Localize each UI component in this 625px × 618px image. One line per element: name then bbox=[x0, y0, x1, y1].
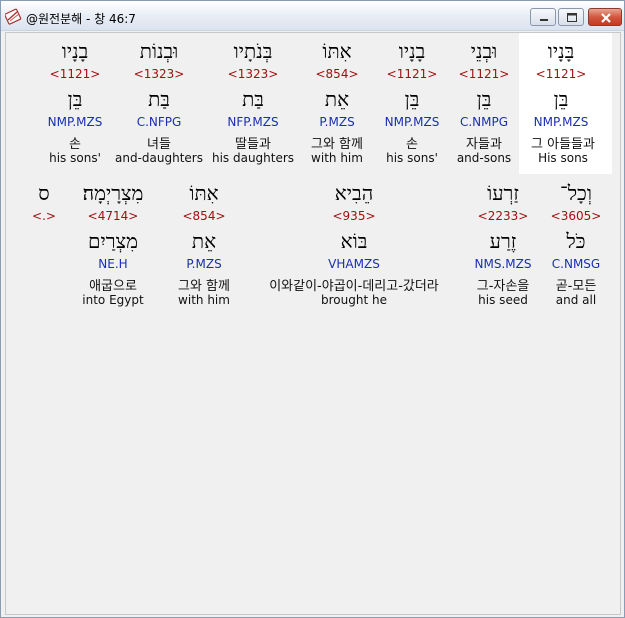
korean-gloss: 그와 함께 bbox=[178, 279, 230, 294]
close-icon bbox=[601, 13, 611, 23]
korean-gloss: 그 아들들과 bbox=[531, 137, 595, 152]
strong-number[interactable]: <4714> bbox=[88, 209, 139, 223]
strong-number[interactable]: <1121> bbox=[387, 67, 438, 81]
lemma-word: אֵת bbox=[191, 229, 217, 253]
hebrew-word[interactable]: הֵבִיא bbox=[335, 181, 373, 206]
minimize-icon bbox=[540, 19, 548, 21]
english-gloss: and all bbox=[555, 293, 597, 307]
morph-code: P.MZS bbox=[319, 115, 355, 129]
hebrew-word[interactable]: בָּנָיו bbox=[548, 39, 575, 64]
hebrew-word[interactable]: בָנָיו bbox=[399, 39, 426, 64]
hebrew-word[interactable]: ס bbox=[38, 181, 49, 206]
strong-number[interactable]: <1121> bbox=[459, 67, 510, 81]
lemma-word: בֵּן bbox=[67, 87, 83, 111]
korean-gloss: 딸들과 bbox=[235, 137, 271, 152]
morph-code: C.NMSG bbox=[551, 257, 601, 271]
korean-gloss: 이와같이-야곱이-데리고-갔더라 bbox=[269, 279, 439, 294]
close-button[interactable] bbox=[588, 8, 622, 26]
english-gloss: his seed bbox=[478, 293, 528, 307]
english-gloss: his sons' bbox=[386, 151, 438, 165]
morph-code: NE.H bbox=[98, 257, 128, 271]
hebrew-word[interactable]: מִצְרָיְמָה׃ bbox=[83, 181, 144, 206]
strong-number[interactable]: <3605> bbox=[551, 209, 602, 223]
strong-number[interactable]: <854> bbox=[315, 67, 358, 81]
morph-code: NFP.MZS bbox=[227, 115, 279, 129]
strong-number[interactable]: <1323> bbox=[228, 67, 279, 81]
korean-gloss: 애굽으로 bbox=[89, 279, 137, 294]
english-gloss: brought he bbox=[321, 293, 387, 307]
korean-gloss: 그-자손을 bbox=[476, 279, 530, 294]
strong-number[interactable]: <935> bbox=[332, 209, 375, 223]
korean-gloss: 자들과 bbox=[466, 137, 502, 152]
hebrew-word[interactable]: בְּנֹתָיו bbox=[234, 39, 273, 64]
verse-panel: בָּנָיו <1121> בֵּן NMP.MZS 그 아들들과 His s… bbox=[5, 32, 621, 615]
app-window: @원전분해 - 창 46:7 בָּנָיו <1121> בֵּן NMP.M… bbox=[0, 0, 625, 618]
hebrew-word[interactable]: וּבְנֵי bbox=[471, 39, 498, 64]
english-gloss: and-daughters bbox=[115, 151, 203, 165]
strong-number[interactable]: <1121> bbox=[50, 67, 101, 81]
hebrew-word[interactable]: זַרְעוֹ bbox=[487, 181, 519, 206]
korean-gloss: 손 bbox=[406, 137, 418, 152]
lemma-word: בֵּן bbox=[553, 87, 569, 111]
english-gloss: his sons' bbox=[49, 151, 101, 165]
english-gloss: his daughters bbox=[211, 151, 295, 165]
korean-gloss: 손 bbox=[69, 137, 81, 152]
hebrew-word[interactable]: אִתּוֹ bbox=[189, 181, 218, 206]
lemma-word: בַּת bbox=[148, 87, 170, 111]
lemma-word: בַּת bbox=[242, 87, 264, 111]
bible-app-icon bbox=[5, 8, 22, 25]
lemma-word: כֹּל bbox=[566, 229, 586, 253]
strong-number[interactable]: <2233> bbox=[478, 209, 529, 223]
maximize-icon bbox=[567, 13, 577, 22]
korean-gloss: 그와 함께 bbox=[311, 137, 363, 152]
window-title: @원전분해 - 창 46:7 bbox=[26, 12, 136, 26]
morph-code: P.MZS bbox=[186, 257, 222, 271]
lemma-word: זֶרַע bbox=[489, 229, 517, 253]
strong-number[interactable]: <1121> bbox=[536, 67, 587, 81]
title-bar[interactable]: @원전분해 - 창 46:7 bbox=[1, 1, 624, 31]
strong-number[interactable]: <854> bbox=[182, 209, 225, 223]
hebrew-word[interactable]: אִתּוֹ bbox=[322, 39, 351, 64]
lemma-word: בּוֹא bbox=[340, 229, 368, 253]
lemma-word: בֵּן bbox=[404, 87, 420, 111]
korean-gloss: 곧-모든 bbox=[555, 279, 597, 294]
lemma-word: אֵת bbox=[324, 87, 350, 111]
hebrew-word[interactable]: בָנָיו bbox=[62, 39, 89, 64]
english-gloss: with him bbox=[311, 151, 363, 165]
english-gloss: into Egypt bbox=[82, 293, 144, 307]
morph-code: NMP.MZS bbox=[47, 115, 103, 129]
minimize-button[interactable] bbox=[530, 8, 556, 26]
morph-code: NMS.MZS bbox=[474, 257, 532, 271]
korean-gloss: 녀들 bbox=[147, 137, 171, 152]
strong-number[interactable]: <1323> bbox=[134, 67, 185, 81]
hebrew-word[interactable]: וּבְנוֹת bbox=[140, 39, 179, 64]
strong-number[interactable]: <.> bbox=[32, 209, 56, 223]
english-gloss: His sons bbox=[538, 151, 588, 165]
hebrew-word[interactable]: וְכָל־ bbox=[560, 181, 592, 206]
morph-code: VHAMZS bbox=[328, 257, 380, 271]
morph-code: NMP.MZS bbox=[533, 115, 589, 129]
morph-code: NMP.MZS bbox=[384, 115, 440, 129]
english-gloss: with him bbox=[178, 293, 230, 307]
lemma-word: מִצְרַיִם bbox=[88, 229, 138, 253]
morph-code: C.NFPG bbox=[136, 115, 182, 129]
lemma-word: בֵּן bbox=[476, 87, 492, 111]
english-gloss: and-sons bbox=[456, 151, 512, 165]
maximize-button[interactable] bbox=[558, 8, 584, 26]
morph-code: C.NMPG bbox=[459, 115, 509, 129]
